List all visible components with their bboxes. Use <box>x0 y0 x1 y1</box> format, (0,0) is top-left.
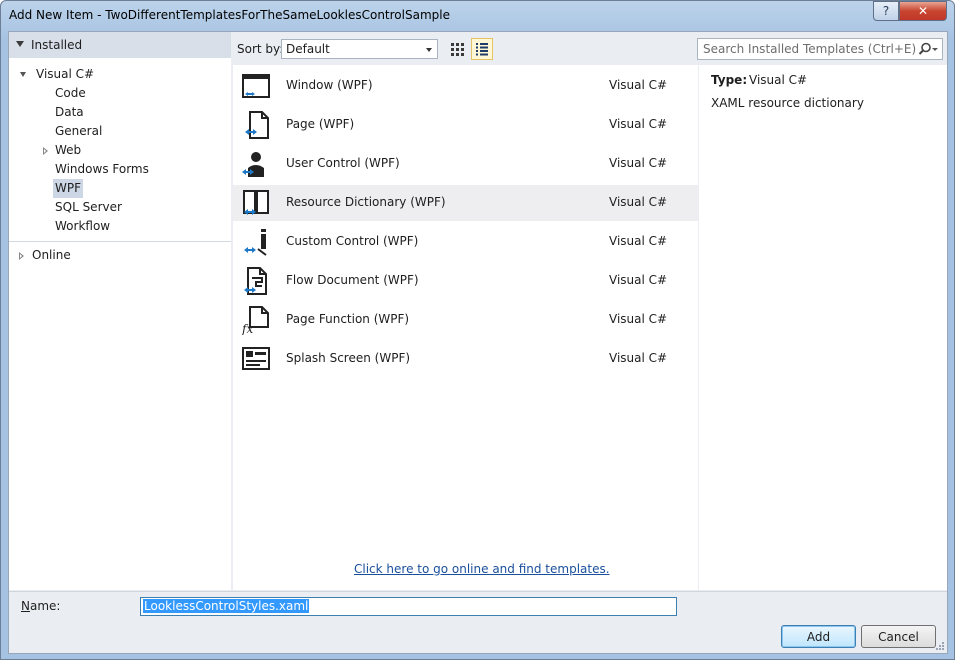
template-name: Page (WPF) <box>286 117 355 131</box>
template-row-resource-dictionary[interactable]: Resource Dictionary (WPF) Visual C# <box>233 185 698 221</box>
user-control-icon <box>242 152 264 177</box>
page-function-icon: fx <box>241 306 269 335</box>
type-label: Type: <box>711 73 748 87</box>
template-name: Resource Dictionary (WPF) <box>286 195 446 209</box>
bottom-divider <box>9 591 947 592</box>
name-value: LooklessControlStyles.xaml <box>143 599 310 613</box>
tree-item-windows-forms[interactable]: Windows Forms <box>53 160 151 179</box>
close-button[interactable]: ✕ <box>899 1 947 21</box>
tree-item-code[interactable]: Code <box>53 84 88 103</box>
tree-divider <box>9 241 231 242</box>
window-icon <box>242 74 270 98</box>
template-name: Page Function (WPF) <box>286 312 410 326</box>
resize-grip-icon[interactable] <box>935 641 945 651</box>
template-row-page[interactable]: Page (WPF) Visual C# <box>233 107 698 143</box>
template-row-custom-control[interactable]: Custom Control (WPF) Visual C# <box>233 224 698 260</box>
sort-by-value: Default <box>286 42 330 56</box>
expand-online-icon[interactable] <box>19 252 24 260</box>
template-row-page-function[interactable]: fx Page Function (WPF) Visual C# <box>233 302 698 338</box>
flow-document-icon <box>244 267 267 295</box>
find-templates-online-link[interactable]: Click here to go online and find templat… <box>354 562 610 576</box>
template-name: User Control (WPF) <box>286 156 400 170</box>
close-icon: ✕ <box>917 4 929 18</box>
tree-item-data[interactable]: Data <box>53 103 86 122</box>
title-bar: Add New Item - TwoDifferentTemplatesForT… <box>1 1 954 31</box>
template-row-window[interactable]: Window (WPF) Visual C# <box>233 68 698 104</box>
help-icon: ? <box>882 4 890 18</box>
template-details: Type: Visual C# XAML resource dictionary <box>699 65 947 590</box>
tree-item-general[interactable]: General <box>53 122 104 141</box>
template-language: Visual C# <box>609 312 668 326</box>
tree-item-web[interactable]: Web <box>53 141 83 160</box>
dialog-window: Add New Item - TwoDifferentTemplatesForT… <box>0 0 955 660</box>
name-field[interactable]: LooklessControlStyles.xaml <box>140 597 677 616</box>
chevron-down-icon <box>426 48 432 52</box>
search-options-chevron-icon[interactable] <box>932 48 938 51</box>
resource-dictionary-icon <box>243 190 269 215</box>
window-title: Add New Item - TwoDifferentTemplatesForT… <box>9 8 450 22</box>
search-icon[interactable] <box>918 42 932 56</box>
search-templates-input[interactable]: Search Installed Templates (Ctrl+E) <box>697 38 943 60</box>
list-view-icon <box>476 43 488 56</box>
add-button[interactable]: Add <box>781 625 856 648</box>
svg-text:fx: fx <box>241 322 253 335</box>
sort-by-dropdown[interactable]: Default <box>281 39 438 59</box>
expand-visual-csharp-icon[interactable] <box>20 72 26 77</box>
template-language: Visual C# <box>609 273 668 287</box>
installed-label: Installed <box>31 38 83 52</box>
template-row-user-control[interactable]: User Control (WPF) Visual C# <box>233 146 698 182</box>
template-description: XAML resource dictionary <box>711 96 864 110</box>
template-language: Visual C# <box>609 117 668 131</box>
name-label: Name: <box>21 599 61 613</box>
custom-control-icon <box>244 229 267 256</box>
template-row-splash-screen[interactable]: Splash Screen (WPF) Visual C# <box>233 341 698 377</box>
details-view-button[interactable] <box>471 38 493 60</box>
type-value: Visual C# <box>749 73 808 87</box>
template-language: Visual C# <box>609 234 668 248</box>
page-icon <box>245 111 269 139</box>
template-list: Window (WPF) Visual C# Page (WPF) Visual… <box>233 65 698 590</box>
template-language: Visual C# <box>609 351 668 365</box>
template-name: Custom Control (WPF) <box>286 234 419 248</box>
expand-installed-icon[interactable] <box>16 41 24 47</box>
tree-item-workflow[interactable]: Workflow <box>53 217 112 236</box>
search-placeholder: Search Installed Templates (Ctrl+E) <box>703 42 917 56</box>
dialog-client: Installed Visual C# Code Data General We… <box>8 31 948 654</box>
help-button[interactable]: ? <box>873 1 899 21</box>
tree-item-sql-server[interactable]: SQL Server <box>53 198 124 217</box>
sort-by-label: Sort by: <box>237 42 284 56</box>
category-tree: Installed Visual C# Code Data General We… <box>9 32 231 590</box>
expand-web-icon[interactable] <box>43 147 48 155</box>
tree-item-wpf[interactable]: WPF <box>53 179 84 198</box>
installed-header[interactable]: Installed <box>9 32 231 58</box>
tree-item-visual-csharp[interactable]: Visual C# <box>34 65 96 84</box>
template-language: Visual C# <box>609 156 668 170</box>
grid-view-icon <box>451 43 464 56</box>
template-name: Splash Screen (WPF) <box>286 351 411 365</box>
toolbar: Sort by: Default Search Installed Templa… <box>231 32 947 64</box>
tree-item-online[interactable]: Online <box>30 246 73 265</box>
template-language: Visual C# <box>609 78 668 92</box>
template-name: Flow Document (WPF) <box>286 273 419 287</box>
cancel-button[interactable]: Cancel <box>861 625 936 648</box>
template-name: Window (WPF) <box>286 78 373 92</box>
template-language: Visual C# <box>609 195 668 209</box>
name-label-rest: ame: <box>29 599 61 613</box>
medium-icons-view-button[interactable] <box>446 38 468 60</box>
template-row-flow-document[interactable]: Flow Document (WPF) Visual C# <box>233 263 698 299</box>
splash-screen-icon <box>242 347 270 370</box>
